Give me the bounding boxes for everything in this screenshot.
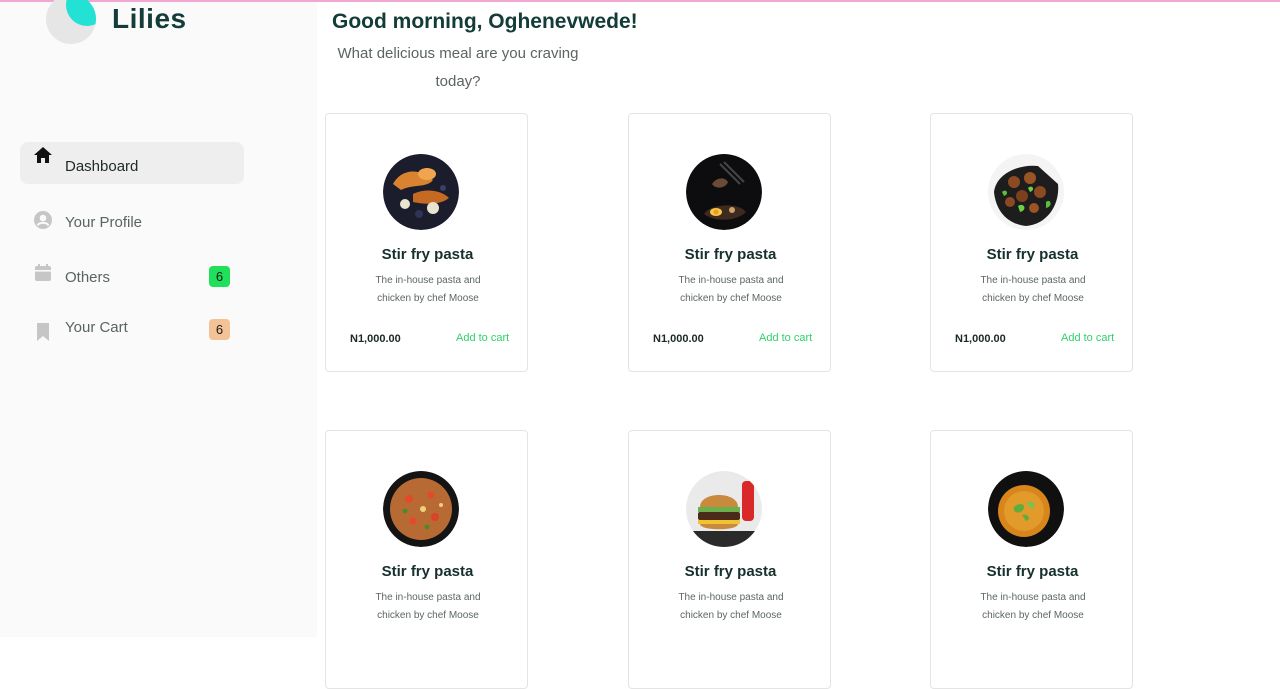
card-description: The in-house pasta and chicken by chef M… (980, 592, 1086, 621)
food-card[interactable]: Stir fry pasta The in-house pasta and ch… (930, 430, 1133, 689)
sidebar-item-label: Dashboard (65, 158, 139, 175)
food-card[interactable]: Stir fry pasta The in-house pasta and ch… (325, 430, 528, 689)
greeting-heading: Good morning, Oghenevwede! (332, 10, 638, 33)
add-to-cart-button[interactable]: Add to cart (759, 332, 812, 344)
food-card[interactable]: Stir fry pasta The in-house pasta and ch… (325, 113, 528, 372)
card-description: The in-house pasta and chicken by chef M… (678, 275, 784, 304)
home-icon (34, 147, 52, 163)
card-title: Stir fry pasta (986, 563, 1079, 580)
card-description: The in-house pasta and chicken by chef M… (375, 592, 481, 621)
food-image (686, 471, 762, 547)
sidebar-item-others[interactable]: Others 6 (20, 253, 244, 295)
card-description: The in-house pasta and chicken by chef M… (980, 275, 1086, 304)
food-image (988, 154, 1064, 230)
cart-count-badge: 6 (209, 319, 230, 340)
card-price: N1,000.00 (350, 333, 401, 345)
sidebar-item-label: Others (65, 269, 111, 286)
sidebar-item-profile[interactable]: Your Profile (20, 198, 244, 240)
sidebar-item-dashboard[interactable]: Dashboard (20, 142, 244, 184)
card-title: Stir fry pasta (381, 563, 474, 580)
logo-icon (46, 0, 96, 44)
food-card[interactable]: Stir fry pasta The in-house pasta and ch… (930, 113, 1133, 372)
others-count-badge: 6 (209, 266, 230, 287)
add-to-cart-button[interactable]: Add to cart (456, 332, 509, 344)
user-circle-icon (34, 211, 52, 229)
card-price: N1,000.00 (653, 333, 704, 345)
food-image (988, 471, 1064, 547)
bookmark-icon (37, 323, 49, 341)
brand-name: Lilies (112, 3, 187, 34)
card-description: The in-house pasta and chicken by chef M… (678, 592, 784, 621)
card-price: N1,000.00 (955, 333, 1006, 345)
sidebar-item-label: Your Profile (65, 214, 142, 231)
food-image (686, 154, 762, 230)
card-title: Stir fry pasta (381, 246, 474, 263)
card-title: Stir fry pasta (684, 246, 777, 263)
sidebar-item-cart[interactable]: Your Cart 6 (20, 303, 244, 345)
sidebar-item-label: Your Cart (65, 319, 128, 336)
food-image (383, 471, 459, 547)
food-card[interactable]: Stir fry pasta The in-house pasta and ch… (628, 113, 831, 372)
greeting-subtitle: What delicious meal are you craving toda… (337, 45, 579, 90)
card-title: Stir fry pasta (684, 563, 777, 580)
calendar-icon (35, 264, 51, 281)
sidebar: Lilies Dashboard Your Profile Others 6 Y… (0, 0, 317, 637)
food-image (383, 154, 459, 230)
food-card[interactable]: Stir fry pasta The in-house pasta and ch… (628, 430, 831, 689)
card-description: The in-house pasta and chicken by chef M… (375, 275, 481, 304)
add-to-cart-button[interactable]: Add to cart (1061, 332, 1114, 344)
card-title: Stir fry pasta (986, 246, 1079, 263)
